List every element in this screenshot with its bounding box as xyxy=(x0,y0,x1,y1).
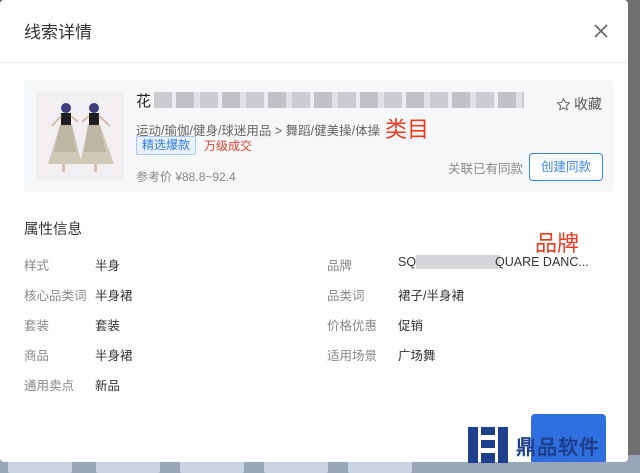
attr-value: 半身裙 xyxy=(95,349,133,363)
attr-label: 品牌 xyxy=(327,259,353,273)
tag-group: 精选爆款 万级成交 xyxy=(136,136,252,155)
attr-label: 品类词 xyxy=(327,289,365,303)
selected-hot-tag: 精选爆款 xyxy=(136,136,197,155)
product-title: 花 xyxy=(136,93,152,110)
favorite-button[interactable]: 收藏 xyxy=(556,94,602,114)
brand-value-prefix: SQ xyxy=(398,255,417,269)
product-card: 花 收藏 运动/瑜伽/健身/球迷用品 > 舞蹈/健美操/体操 精选爆款 万级成交… xyxy=(24,80,614,192)
reference-price: 参考价 ¥88.8~92.4 xyxy=(136,170,236,184)
brand-value-suffix: QUARE DANC... xyxy=(495,255,589,269)
background-tab xyxy=(348,461,412,473)
background-tab xyxy=(8,461,72,473)
attr-label: 核心品类词 xyxy=(24,289,87,303)
attr-label: 适用场景 xyxy=(327,349,378,363)
close-icon xyxy=(594,24,608,38)
modal-header: 线索详情 xyxy=(0,0,628,63)
watermark-logo-icon xyxy=(468,427,508,463)
attr-value: 促销 xyxy=(398,319,424,333)
attr-label: 样式 xyxy=(24,259,50,273)
attr-value: 半身 xyxy=(95,259,121,273)
create-same-button[interactable]: 创建同款 xyxy=(529,153,603,181)
attr-label: 价格优惠 xyxy=(327,319,378,333)
sales-tag: 万级成交 xyxy=(204,139,253,153)
modal-title: 线索详情 xyxy=(24,23,92,42)
attr-label: 套装 xyxy=(24,319,50,333)
star-icon xyxy=(556,97,571,110)
linked-existing-link[interactable]: 关联已有同款 xyxy=(448,158,523,177)
attr-label: 商品 xyxy=(24,349,50,363)
attributes-section-title: 属性信息 xyxy=(24,222,82,238)
attr-label: 通用卖点 xyxy=(24,379,75,393)
redacted-title xyxy=(154,92,524,108)
brand-annotation: 品牌 xyxy=(535,232,580,257)
lead-detail-modal: 线索详情 花 收藏 运动/瑜伽/健身/球迷用品 > 舞蹈/健美操/体操 精选爆款… xyxy=(0,0,628,462)
attr-value: 广场舞 xyxy=(398,349,436,363)
product-image[interactable] xyxy=(36,92,124,180)
attr-value: 套装 xyxy=(95,319,121,333)
attr-value: 半身裙 xyxy=(95,289,133,303)
dancers-image xyxy=(36,92,124,180)
favorite-label: 收藏 xyxy=(574,96,602,112)
redacted-brand xyxy=(416,255,500,269)
background-tab xyxy=(96,461,160,473)
attr-value: 新品 xyxy=(95,379,121,393)
background-tab xyxy=(264,461,328,473)
close-button[interactable] xyxy=(588,18,614,44)
category-annotation: 类目 xyxy=(385,118,430,143)
watermark: 鼎品软件 xyxy=(466,424,600,466)
watermark-text: 鼎品软件 xyxy=(516,436,600,459)
attr-value: 裙子/半身裙 xyxy=(398,289,464,303)
background-tab xyxy=(180,461,244,473)
